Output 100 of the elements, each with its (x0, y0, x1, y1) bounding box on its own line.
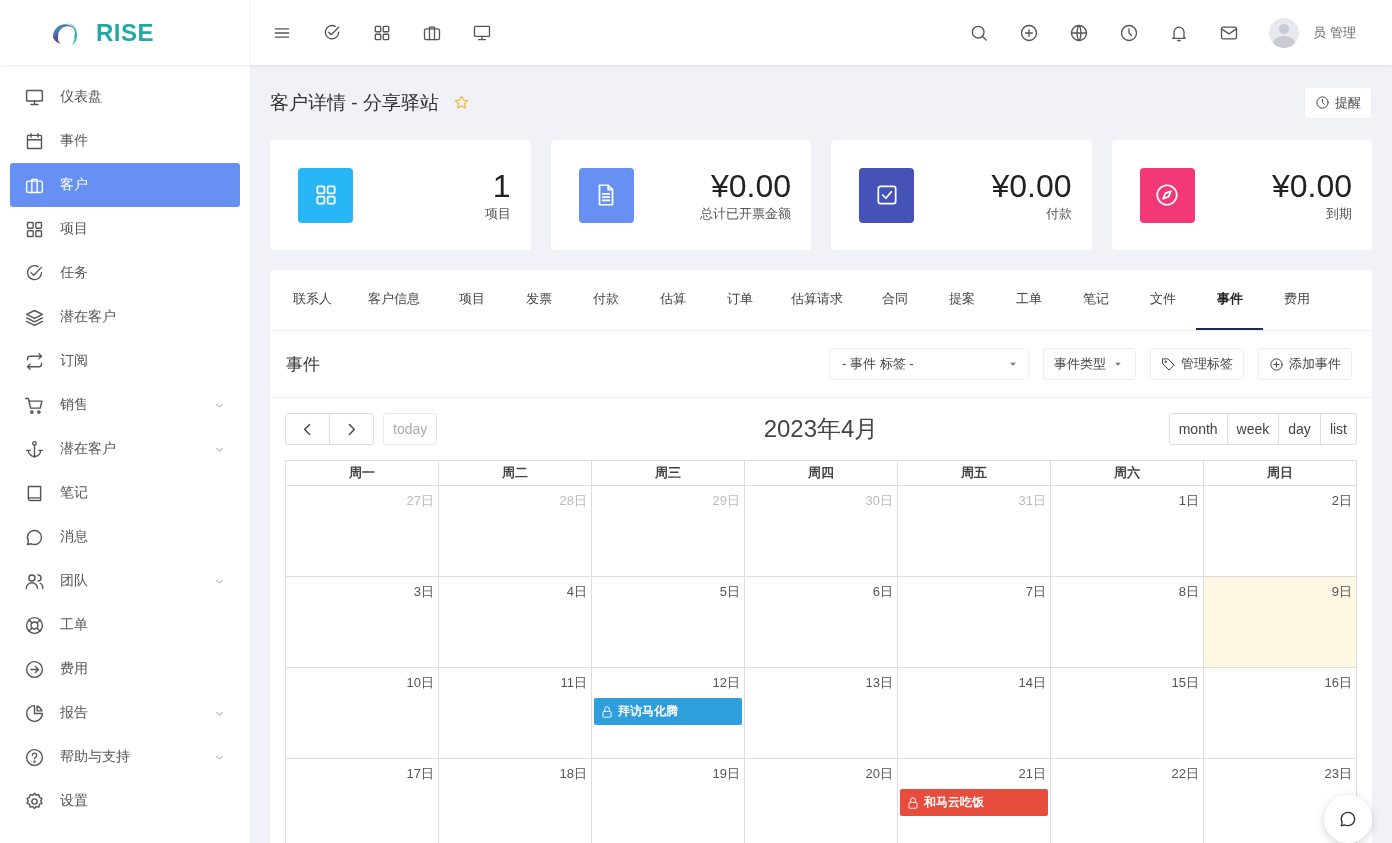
view-button[interactable]: week (1226, 413, 1280, 445)
tab[interactable]: 费用 (1263, 270, 1330, 330)
day-number: 29日 (711, 492, 741, 510)
day-number: 8日 (1177, 583, 1200, 601)
tab[interactable]: 事件 (1196, 270, 1263, 330)
day-number: 23日 (1323, 765, 1353, 783)
day-number: 13日 (864, 674, 894, 692)
weekday-header: 周四 (745, 461, 898, 486)
manage-tags-button[interactable]: 管理标签 (1150, 348, 1244, 380)
repeat-icon (24, 350, 45, 372)
compass-icon (1154, 182, 1180, 208)
day-number: 18日 (558, 765, 588, 783)
user-name[interactable]: 员 管理 (1313, 23, 1356, 42)
day-number: 22日 (1170, 765, 1200, 783)
day-number: 31日 (1017, 492, 1047, 510)
weekday-header: 周三 (592, 461, 745, 486)
lifebuoy-icon (24, 614, 45, 636)
view-button[interactable]: day (1278, 413, 1321, 445)
sidebar-item[interactable]: 任务 (10, 251, 240, 295)
pie-chart-icon (24, 702, 45, 724)
day-number: 2日 (1330, 492, 1353, 510)
day-number: 5日 (718, 583, 741, 601)
weekday-header: 周六 (1051, 461, 1204, 486)
tab[interactable]: 提案 (928, 270, 995, 330)
tab[interactable]: 联系人 (275, 270, 350, 330)
day-number: 10日 (405, 674, 435, 692)
day-number: 28日 (558, 492, 588, 510)
tab[interactable]: 订单 (706, 270, 773, 330)
day-number: 15日 (1170, 674, 1200, 692)
event-type-button[interactable]: 事件类型 (1043, 348, 1136, 380)
tab[interactable]: 文件 (1129, 270, 1196, 330)
day-number: 7日 (1024, 583, 1047, 601)
day-number: 12日 (711, 674, 741, 692)
sidebar-item[interactable]: 销售 (10, 383, 240, 427)
stat-label: 付款 (1044, 205, 1072, 223)
weekday-header: 周二 (439, 461, 592, 486)
help-icon (24, 746, 45, 768)
sidebar-item[interactable]: 事件 (10, 119, 240, 163)
check-circle-icon[interactable] (322, 22, 342, 43)
sidebar-item[interactable]: 工单 (10, 603, 240, 647)
weekday-header: 周五 (898, 461, 1051, 486)
sidebar-item[interactable]: 潜在客户 (10, 295, 240, 339)
weekday-header: 周一 (286, 461, 439, 486)
view-button[interactable]: list (1319, 413, 1357, 445)
day-number: 1日 (1177, 492, 1200, 510)
sidebar-item[interactable]: 帮助与支持 (10, 735, 240, 779)
tab[interactable]: 笔记 (1062, 270, 1129, 330)
calendar-title: 2023年4月 (763, 414, 879, 444)
day-number: 30日 (864, 492, 894, 510)
star-icon[interactable] (452, 94, 470, 111)
sidebar-item[interactable]: 潜在客户 (10, 427, 240, 471)
add-event-button[interactable]: 添加事件 (1258, 348, 1352, 380)
day-number: 20日 (864, 765, 894, 783)
tab[interactable]: 项目 (438, 270, 505, 330)
tab[interactable]: 合同 (861, 270, 928, 330)
stat-label: 到期 (1325, 205, 1352, 223)
sidebar-item[interactable]: 团队 (10, 559, 240, 603)
day-number: 4日 (565, 583, 588, 601)
weekday-header: 周日 (1204, 461, 1357, 486)
event-bar[interactable]: 和马云吃饭 (900, 789, 1048, 816)
page-title: 客户详情 - 分享驿站 (270, 90, 439, 115)
lock-icon (600, 704, 614, 719)
clock-icon[interactable] (1119, 22, 1140, 43)
today-cell[interactable]: 9日 (1204, 577, 1357, 668)
tab[interactable]: 估算 (639, 270, 706, 330)
day-number: 11日 (559, 674, 588, 692)
globe-icon[interactable] (1069, 22, 1090, 43)
day-number: 9日 (1330, 583, 1353, 601)
stat-label: 项目 (483, 205, 511, 223)
sidebar-item[interactable]: 项目 (10, 207, 240, 251)
stat-value: ¥0.00 (709, 167, 791, 205)
sidebar-item[interactable]: 报告 (10, 691, 240, 735)
tab[interactable]: 估算请求 (773, 270, 861, 330)
view-button[interactable]: month (1168, 413, 1228, 445)
sidebar-item[interactable]: 仪表盘 (10, 75, 240, 119)
plus-circle-icon[interactable] (1019, 22, 1040, 43)
sidebar-item[interactable]: 订阅 (10, 339, 240, 383)
stat-value: 1 (491, 167, 511, 205)
day-number: 16日 (1323, 674, 1353, 692)
calendar-icon (24, 130, 45, 152)
reminder-button[interactable]: 提醒 (1304, 86, 1372, 119)
day-number: 6日 (871, 583, 894, 601)
day-number: 19日 (711, 765, 741, 783)
arrow-circle-icon (24, 658, 45, 680)
sidebar-item[interactable]: 设置 (10, 779, 240, 823)
tab[interactable]: 客户信息 (350, 270, 438, 330)
tab[interactable]: 付款 (572, 270, 639, 330)
brand-name: RISE (96, 18, 154, 47)
settings-icon (24, 790, 45, 812)
day-number: 14日 (1017, 674, 1047, 692)
tab[interactable]: 发票 (505, 270, 572, 330)
tag-select[interactable]: - 事件 标签 - (829, 348, 1029, 380)
section-title: 事件 (286, 353, 320, 376)
tab[interactable]: 工单 (995, 270, 1062, 330)
sidebar-item[interactable]: 消息 (10, 515, 240, 559)
clock-icon (1315, 95, 1330, 110)
plus-circle-icon (1269, 356, 1284, 372)
sidebar-item[interactable]: 笔记 (10, 471, 240, 515)
tag-icon (1161, 356, 1176, 372)
sidebar-item[interactable]: 费用 (10, 647, 240, 691)
